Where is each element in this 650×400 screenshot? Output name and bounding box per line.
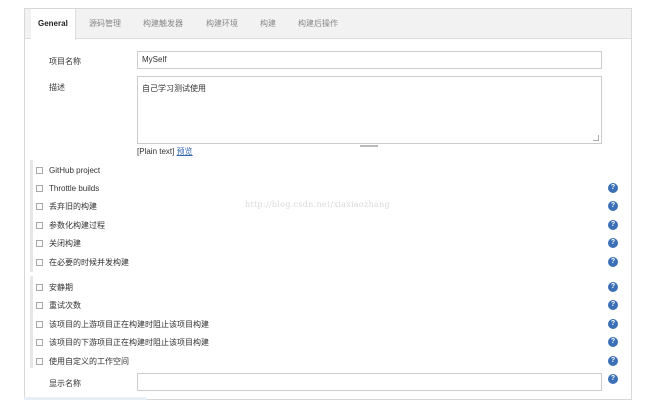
help-icon[interactable]: ? (608, 220, 618, 230)
project-name-label: 项目名称 (49, 57, 81, 66)
help-icon[interactable]: ? (608, 282, 618, 292)
option-label: Throttle builds (49, 184, 100, 193)
tab-post-build-actions[interactable]: 构建后操作 (298, 9, 338, 39)
help-icon[interactable]: ? (608, 201, 618, 211)
option-label: 该项目的上游项目正在构建时阻止该项目构建 (49, 320, 209, 329)
option-label: 丢弃旧的构建 (49, 202, 97, 211)
checkbox[interactable] (36, 240, 43, 247)
checkbox[interactable] (36, 203, 43, 210)
help-icon[interactable]: ? (608, 319, 618, 329)
description-text: 自己学习测试使用 (142, 84, 206, 93)
checkbox[interactable] (36, 259, 43, 266)
checkbox[interactable] (36, 222, 43, 229)
tab-build-triggers[interactable]: 构建触发器 (143, 9, 183, 39)
tab-build-environment[interactable]: 构建环境 (206, 9, 238, 39)
option-label: 关闭构建 (49, 239, 81, 248)
preview-link[interactable]: 预览 (177, 147, 193, 156)
option-label: 重试次数 (49, 301, 81, 310)
checkbox[interactable] (36, 302, 43, 309)
help-icon[interactable]: ? (608, 337, 618, 347)
option-label: GitHub project (49, 166, 101, 175)
resize-handle-icon[interactable] (593, 135, 599, 141)
option-label: 安静期 (49, 283, 73, 292)
plain-text-hint: [Plain text] 预览 (137, 146, 193, 157)
checkbox[interactable] (36, 321, 43, 328)
help-icon[interactable]: ? (608, 356, 618, 366)
group-divider-bar (30, 276, 33, 368)
help-icon[interactable]: ? (608, 183, 618, 193)
description-label: 描述 (49, 83, 65, 92)
display-name-label: 显示名称 (49, 379, 81, 388)
checkbox[interactable] (36, 167, 43, 174)
description-textarea[interactable]: 自己学习测试使用 (137, 76, 602, 147)
tab-source-management[interactable]: 源码管理 (89, 9, 121, 39)
help-icon[interactable]: ? (608, 374, 618, 384)
checkbox[interactable] (36, 339, 43, 346)
tab-general[interactable]: General (31, 9, 76, 40)
plain-text-label: [Plain text] (137, 147, 175, 156)
option-label: 该项目的下游项目正在构建时阻止该项目构建 (49, 338, 209, 347)
checkbox[interactable] (36, 284, 43, 291)
group-divider-bar (30, 160, 33, 272)
option-label: 使用自定义的工作空间 (49, 357, 129, 366)
tab-build[interactable]: 构建 (260, 9, 276, 39)
help-icon[interactable]: ? (608, 238, 618, 248)
option-label: 参数化构建过程 (49, 221, 105, 230)
project-name-input[interactable]: MySelf (137, 51, 602, 69)
help-icon[interactable]: ? (608, 257, 618, 267)
display-name-input[interactable] (137, 373, 602, 391)
textarea-grip[interactable] (360, 145, 378, 147)
option-label: 在必要的时候并发构建 (49, 258, 129, 267)
watermark-text: http://blog.csdn.net/xiaxiaozhang (245, 200, 390, 209)
help-icon[interactable]: ? (608, 300, 618, 310)
checkbox[interactable] (36, 185, 43, 192)
tab-bar: General 源码管理 构建触发器 构建环境 构建 构建后操作 (25, 9, 631, 40)
checkbox[interactable] (36, 358, 43, 365)
